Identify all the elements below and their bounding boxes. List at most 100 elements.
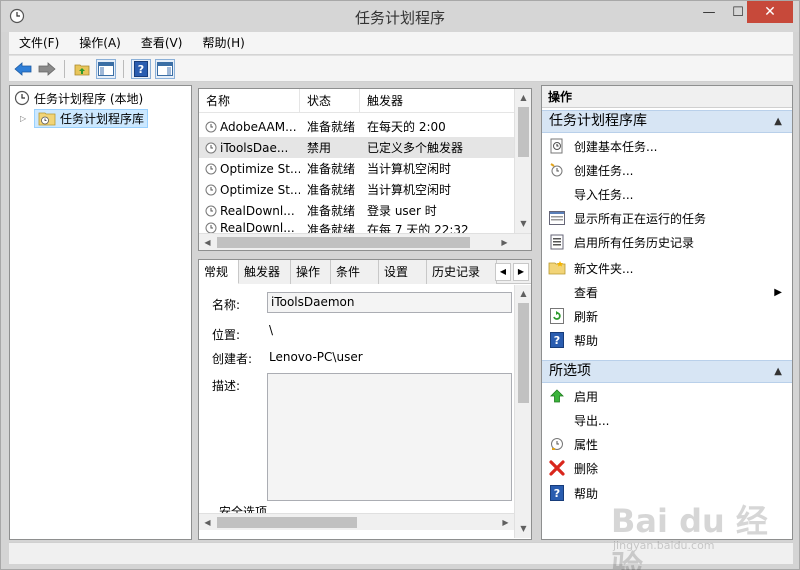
- minimize-button[interactable]: —: [694, 1, 724, 23]
- scroll-left-icon[interactable]: ◀: [199, 514, 216, 531]
- help-icon: ?: [134, 60, 148, 77]
- window-title: 任务计划程序: [354, 9, 445, 27]
- location-label: 位置:: [212, 328, 241, 342]
- scroll-up-icon[interactable]: ▲: [515, 285, 532, 302]
- new-folder-icon: [547, 260, 567, 276]
- task-name: Optimize St...: [220, 182, 300, 197]
- title-bar: 任务计划程序 — ☐ ✕: [1, 1, 799, 32]
- svg-text:?: ?: [554, 487, 560, 500]
- tab-general[interactable]: 常规: [199, 260, 239, 284]
- action-export[interactable]: 导出...: [542, 408, 792, 432]
- scroll-down-icon[interactable]: ▼: [515, 215, 532, 232]
- scroll-up-icon[interactable]: ▲: [515, 89, 532, 106]
- task-clock-icon: [205, 222, 217, 233]
- toolbar: ?: [9, 55, 793, 82]
- tab-scroll-right-icon[interactable]: ▶: [513, 263, 529, 281]
- task-list-vertical-scrollbar[interactable]: ▲ ▼: [514, 89, 531, 233]
- table-row[interactable]: RealDownl... 准备就绪 登录 user 时: [199, 200, 515, 221]
- help-button[interactable]: ?: [131, 58, 151, 79]
- show-hide-action-pane-button[interactable]: [155, 58, 175, 79]
- actions-group-selected[interactable]: 所选项 ▲: [542, 360, 792, 383]
- action-show-running-tasks[interactable]: 显示所有正在运行的任务: [542, 206, 792, 230]
- action-delete[interactable]: 删除: [542, 456, 792, 480]
- task-list-horizontal-scrollbar[interactable]: ◀ ▶: [199, 233, 531, 250]
- table-row[interactable]: iToolsDae... 禁用 已定义多个触发器: [199, 137, 515, 158]
- running-tasks-icon: [547, 210, 567, 226]
- action-help[interactable]: ? 帮助: [542, 328, 792, 352]
- task-clock-icon: [205, 184, 217, 195]
- action-enable[interactable]: 启用: [542, 384, 792, 408]
- back-arrow-icon: [14, 61, 32, 76]
- scroll-right-icon[interactable]: ▶: [497, 514, 514, 531]
- menu-bar: 文件(F) 操作(A) 查看(V) 帮助(H): [9, 32, 793, 54]
- action-view[interactable]: 查看 ▶: [542, 280, 792, 304]
- menu-view[interactable]: 查看(V): [131, 32, 193, 54]
- forward-button[interactable]: [37, 59, 57, 79]
- details-horizontal-scrollbar[interactable]: ◀ ▶: [199, 513, 514, 530]
- table-row[interactable]: AdobeAAM... 准备就绪 在每天的 2:00: [199, 116, 515, 137]
- task-trigger: 登录 user 时: [367, 204, 437, 218]
- table-row[interactable]: Optimize St... 准备就绪 当计算机空闲时: [199, 179, 515, 200]
- delete-x-icon: [547, 460, 567, 476]
- create-basic-task-icon: [547, 138, 567, 154]
- scroll-left-icon[interactable]: ◀: [199, 234, 216, 251]
- scroll-thumb[interactable]: [217, 517, 357, 528]
- tree-item-library[interactable]: ▷ 任务计划程序库: [20, 108, 149, 128]
- scroll-down-icon[interactable]: ▼: [515, 520, 532, 537]
- column-header-name[interactable]: 名称: [199, 89, 300, 112]
- show-hide-console-tree-button[interactable]: [96, 58, 116, 79]
- action-create-basic-task[interactable]: 创建基本任务...: [542, 134, 792, 158]
- column-header-trigger[interactable]: 触发器: [360, 89, 515, 112]
- column-header-status[interactable]: 状态: [300, 89, 360, 112]
- clock-icon: [14, 90, 30, 106]
- menu-action[interactable]: 操作(A): [69, 32, 131, 54]
- tree-item-library-label: 任务计划程序库: [60, 111, 145, 126]
- task-clock-icon: [205, 121, 217, 132]
- action-new-folder[interactable]: 新文件夹...: [542, 256, 792, 280]
- toolbar-separator: [64, 59, 65, 78]
- task-status: 准备就绪: [307, 120, 356, 134]
- task-details-pane: 常规 触发器 操作 条件 设置 历史记录 ◀ ▶ 名称: iToolsDaemo…: [198, 259, 532, 540]
- scroll-right-icon[interactable]: ▶: [496, 234, 513, 251]
- expand-arrow-icon[interactable]: ▷: [20, 114, 30, 123]
- scroll-thumb[interactable]: [518, 303, 529, 403]
- tab-scroll-left-icon[interactable]: ◀: [495, 263, 511, 281]
- table-row[interactable]: Optimize St... 准备就绪 当计算机空闲时: [199, 158, 515, 179]
- task-clock-icon: [205, 205, 217, 216]
- actions-pane: 操作 任务计划程序库 ▲ 创建基本任务... 创建任务... 导入任务... 显…: [541, 85, 793, 540]
- scroll-thumb[interactable]: [217, 237, 470, 248]
- action-enable-history[interactable]: 启用所有任务历史记录: [542, 230, 792, 254]
- task-trigger: 在每天的 2:00: [367, 120, 446, 134]
- table-row[interactable]: RealDownl... 准备就绪 在每 7 天的 22:32: [199, 221, 515, 233]
- action-refresh[interactable]: 刷新: [542, 304, 792, 328]
- tab-actions[interactable]: 操作: [291, 260, 331, 284]
- menu-file[interactable]: 文件(F): [9, 32, 69, 54]
- console-tree-icon: [98, 61, 114, 76]
- scroll-thumb[interactable]: [518, 107, 529, 157]
- collapse-icon[interactable]: ▲: [774, 361, 782, 382]
- task-status: 准备就绪: [307, 183, 356, 197]
- forward-arrow-icon: [38, 61, 56, 76]
- tab-triggers[interactable]: 触发器: [239, 260, 291, 284]
- author-label: 创建者:: [212, 352, 253, 366]
- tree-item-root[interactable]: 任务计划程序 (本地): [14, 88, 143, 108]
- collapse-icon[interactable]: ▲: [774, 111, 782, 132]
- menu-help[interactable]: 帮助(H): [192, 32, 254, 54]
- back-button[interactable]: [13, 59, 33, 79]
- action-import-task[interactable]: 导入任务...: [542, 182, 792, 206]
- action-properties[interactable]: 属性: [542, 432, 792, 456]
- description-field[interactable]: [267, 373, 512, 501]
- action-create-task[interactable]: 创建任务...: [542, 158, 792, 182]
- submenu-arrow-icon: ▶: [774, 286, 782, 298]
- tab-history[interactable]: 历史记录: [427, 260, 497, 284]
- tab-conditions[interactable]: 条件: [331, 260, 379, 284]
- task-status: 准备就绪: [307, 223, 356, 233]
- actions-group-library[interactable]: 任务计划程序库 ▲: [542, 110, 792, 133]
- name-field[interactable]: iToolsDaemon: [267, 292, 512, 313]
- tab-settings[interactable]: 设置: [379, 260, 427, 284]
- task-name: Optimize St...: [220, 161, 300, 176]
- up-folder-button[interactable]: [72, 59, 92, 79]
- details-vertical-scrollbar[interactable]: ▲ ▼: [514, 285, 531, 538]
- close-button[interactable]: ✕: [747, 1, 793, 23]
- task-trigger: 已定义多个触发器: [367, 141, 464, 155]
